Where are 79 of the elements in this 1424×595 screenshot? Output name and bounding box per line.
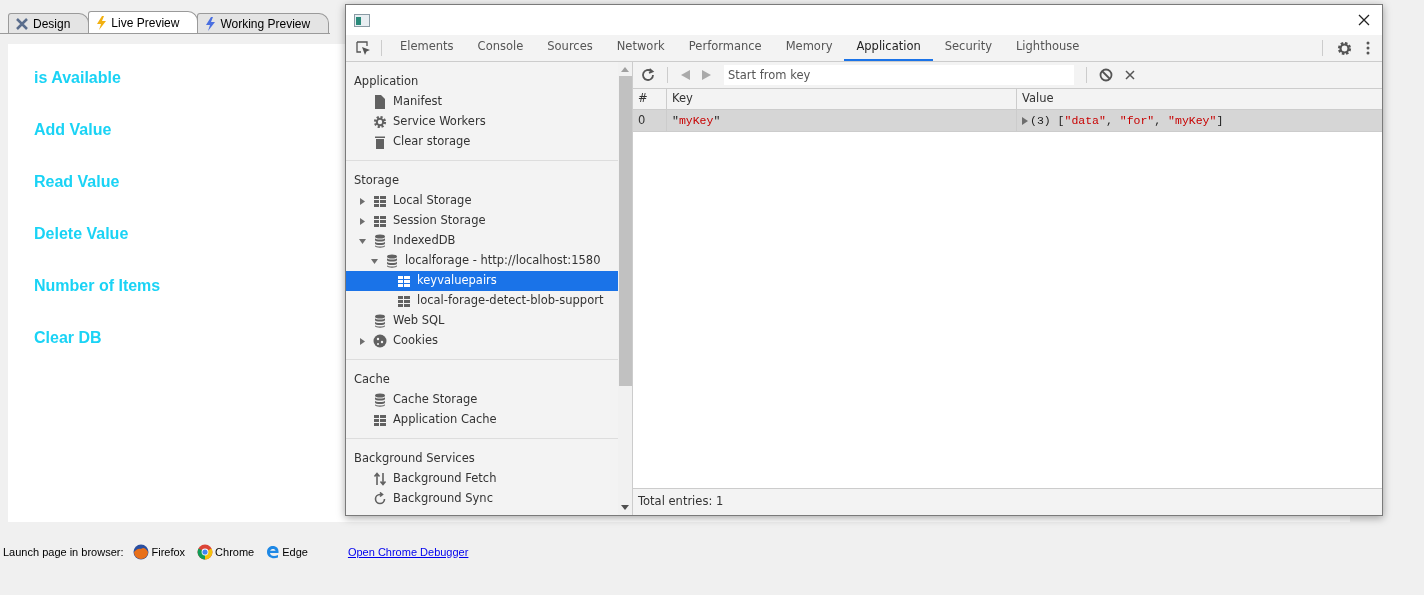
tree-item[interactable]: Cache Storage <box>346 390 618 410</box>
lightning-icon <box>204 16 217 31</box>
file-icon <box>373 95 387 109</box>
table-cell: "myKey" <box>666 110 1016 131</box>
table-icon <box>373 413 387 427</box>
gear-icon <box>373 115 387 129</box>
table-cell-text: 0 <box>637 111 647 129</box>
chrome-circle-icon <box>197 544 214 560</box>
sidebar-section-title: Cache <box>353 371 391 389</box>
refresh-icon[interactable] <box>641 68 655 82</box>
up-down-arrows-icon <box>373 472 387 486</box>
column-header: Value <box>1016 89 1382 109</box>
tree-item[interactable]: local-forage-detect-blob-support <box>346 291 618 311</box>
database-icon <box>373 234 387 248</box>
column-header: # <box>637 90 649 108</box>
start-key-field[interactable]: Start from key <box>724 65 1074 85</box>
tree-item[interactable]: Background Sync <box>346 489 618 509</box>
tree-item[interactable]: Cookies <box>346 331 618 351</box>
delete-icon[interactable] <box>1125 70 1135 80</box>
tree-item[interactable]: Manifest <box>346 92 618 112</box>
letter-e-icon <box>266 545 281 559</box>
tree-item[interactable]: Service Workers <box>346 112 618 132</box>
clear-icon[interactable] <box>1099 68 1113 82</box>
browser-button[interactable]: Edge <box>266 543 308 561</box>
tree-item[interactable]: Web SQL <box>346 311 618 331</box>
tree-item[interactable]: keyvaluepairs <box>346 271 618 291</box>
database-icon <box>373 314 387 328</box>
table-cell-text: (3) ["data", "for", "myKey"] <box>1030 112 1224 129</box>
editor-tab[interactable]: Working Preview <box>197 13 330 33</box>
tree-item[interactable]: Local Storage <box>346 191 618 211</box>
sidebar-section-title: Application <box>353 73 420 91</box>
trash-icon <box>373 135 387 149</box>
tree-item[interactable]: Session Storage <box>346 211 618 231</box>
devtools-tab[interactable]: Sources <box>535 35 605 61</box>
devtools-tab[interactable]: Console <box>465 35 536 61</box>
column-header: Key <box>666 89 1016 109</box>
tree-item[interactable]: localforage - http://localhost:1580 <box>346 251 618 271</box>
browser-button[interactable]: Firefox <box>133 543 186 561</box>
devtools-tab[interactable]: Network <box>604 35 677 61</box>
window-icon <box>354 13 370 27</box>
collapsed-arrow-icon[interactable] <box>359 197 366 205</box>
lightning-icon <box>95 15 108 30</box>
status-text: Total entries: 1 <box>638 493 724 511</box>
tree-item[interactable]: Clear storage <box>346 132 618 152</box>
settings-icon[interactable] <box>1337 40 1352 56</box>
expand-arrow-icon[interactable] <box>1022 116 1028 125</box>
table-icon <box>397 294 411 308</box>
tree-item[interactable]: IndexedDB <box>346 231 618 251</box>
devtools-tab[interactable]: Elements <box>388 35 466 61</box>
devtools-tab[interactable]: Lighthouse <box>1003 35 1092 61</box>
table-row[interactable]: 0 "myKey" (3) ["data", "for", "myKey"] <box>633 110 1382 132</box>
sync-icon <box>373 492 387 506</box>
database-icon <box>385 254 399 268</box>
collapsed-arrow-icon[interactable] <box>359 217 366 225</box>
database-icon <box>373 393 387 407</box>
editor-tab[interactable]: Design <box>8 13 90 33</box>
expanded-arrow-icon[interactable] <box>371 257 378 265</box>
devtools-tab[interactable]: Security <box>932 35 1004 61</box>
devtools-tab[interactable]: Memory <box>773 35 845 61</box>
cookie-icon <box>373 334 387 348</box>
tree-item[interactable]: Application Cache <box>346 410 618 430</box>
scroll-down-icon[interactable] <box>621 505 629 510</box>
expanded-arrow-icon[interactable] <box>359 237 366 245</box>
debugger-link[interactable]: Open Chrome Debugger <box>347 543 469 561</box>
table-icon <box>373 194 387 208</box>
devtools-tab[interactable]: Performance <box>676 35 774 61</box>
table-icon <box>373 214 387 228</box>
close-icon[interactable] <box>1358 14 1370 26</box>
table-icon <box>397 274 411 288</box>
more-options-icon[interactable] <box>1366 41 1370 55</box>
collapsed-arrow-icon[interactable] <box>359 337 366 345</box>
browser-button[interactable]: Chrome <box>197 543 255 561</box>
sidebar-section-title: Storage <box>353 172 400 190</box>
launch-label: Launch page in browser: <box>3 544 124 560</box>
inspect-cursor-icon[interactable] <box>356 40 371 56</box>
sidebar-section-title: Background Services <box>353 450 476 468</box>
globe-fox-icon <box>133 544 150 560</box>
tree-item[interactable]: Background Fetch <box>346 469 618 489</box>
editor-tab[interactable]: Live Preview <box>88 11 199 33</box>
